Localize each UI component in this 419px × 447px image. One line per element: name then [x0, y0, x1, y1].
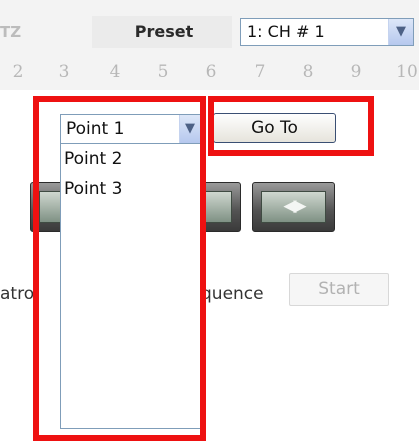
preset-number-2[interactable]: 2	[6, 62, 30, 82]
preset-number-3[interactable]: 3	[52, 62, 76, 82]
point-select-value: Point 1	[66, 119, 125, 139]
preset-number-6[interactable]: 6	[199, 62, 223, 82]
header-bar: TZ Preset 1: CH # 1 ▼ 2 3 4 5 6 7 8 9 10	[0, 0, 419, 90]
swing-button[interactable]: ◀▶	[252, 182, 335, 232]
left-right-arrow-icon: ◀▶	[283, 196, 306, 216]
tab-preset[interactable]: Preset	[92, 16, 232, 48]
start-button[interactable]: Start	[289, 273, 389, 306]
preset-number-9[interactable]: 9	[344, 62, 368, 82]
chevron-down-icon[interactable]: ▼	[179, 115, 200, 143]
point-option-2[interactable]: Point 2	[61, 144, 200, 174]
tab-ptz[interactable]: TZ	[0, 22, 38, 42]
point-dropdown-list: Point 2 Point 3	[60, 144, 201, 429]
preset-number-10[interactable]: 10	[394, 62, 419, 82]
preset-number-7[interactable]: 7	[248, 62, 272, 82]
chevron-down-icon[interactable]: ▼	[388, 19, 413, 45]
preset-channel-select[interactable]: 1: CH # 1 ▼	[240, 18, 414, 46]
preset-channel-value: 1: CH # 1	[247, 22, 325, 41]
point-option-3[interactable]: Point 3	[61, 174, 200, 204]
point-select[interactable]: Point 1 ▼	[60, 114, 201, 144]
preset-number-5[interactable]: 5	[151, 62, 175, 82]
preset-number-8[interactable]: 8	[296, 62, 320, 82]
preset-number-4[interactable]: 4	[103, 62, 127, 82]
patrol-label: atrol	[0, 284, 39, 304]
preset-number-row: 2 3 4 5 6 7 8 9 10	[0, 62, 419, 84]
sequence-label: quence	[201, 284, 264, 304]
goto-button[interactable]: Go To	[213, 113, 336, 143]
